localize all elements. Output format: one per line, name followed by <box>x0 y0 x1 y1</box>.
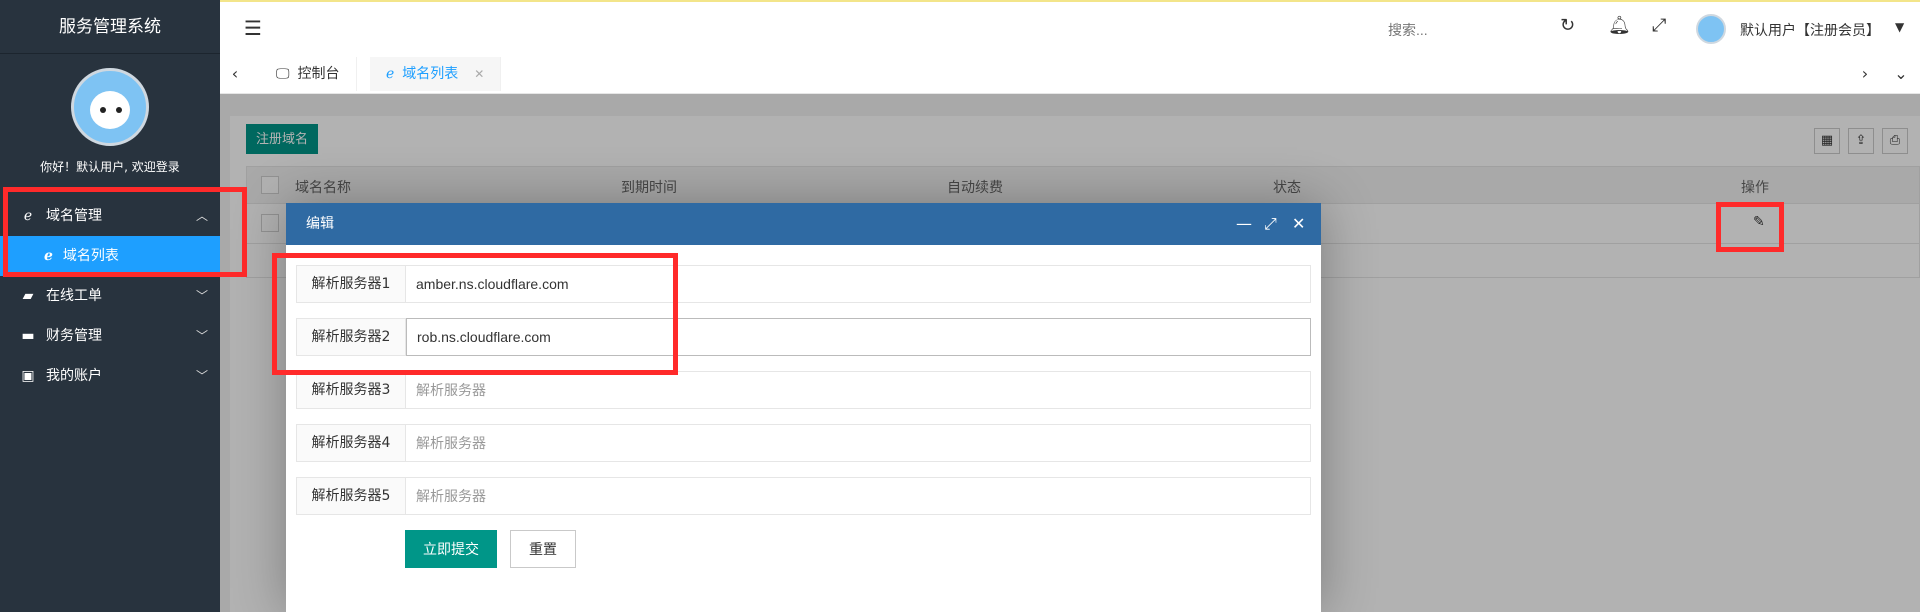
field-label: 解析服务器3 <box>296 371 406 409</box>
book-icon: ▰ <box>22 288 34 304</box>
sidebar-nav: ℯ 域名管理 ︿ ℯ 域名列表 ▰ 在线工单 ﹀ ▬ 财务管理 ﹀ ▣ 我的账户… <box>0 196 220 396</box>
dialog-header: 编辑 — ⤢ ✕ <box>286 203 1321 245</box>
form-row-ns3: 解析服务器3 <box>296 371 1311 409</box>
sidebar-item-label: 财务管理 <box>46 328 102 344</box>
maximize-icon[interactable]: ⤢ <box>1264 203 1277 245</box>
close-icon[interactable]: ✕ <box>1292 203 1305 245</box>
avatar[interactable] <box>1696 14 1726 44</box>
sidebar-item-label: 域名列表 <box>62 248 119 264</box>
monitor-icon: 🖵 <box>276 66 290 82</box>
fullscreen-icon[interactable]: ⤢ <box>1652 15 1666 36</box>
sidebar-item-label: 在线工单 <box>46 288 102 304</box>
field-label: 解析服务器2 <box>296 318 406 356</box>
card-icon: ▬ <box>21 328 35 344</box>
nameserver-3-input[interactable] <box>406 371 1311 409</box>
edit-dialog: 编辑 — ⤢ ✕ 解析服务器1 解析服务器2 解析服务器3 解析服务器4 解析服… <box>286 203 1321 612</box>
field-label: 解析服务器1 <box>296 265 406 303</box>
tab-label: 域名列表 <box>402 66 459 82</box>
chevron-down-icon[interactable]: ⌄ <box>1886 54 1916 94</box>
avatar-face <box>90 91 130 129</box>
form-row-ns1: 解析服务器1 <box>296 265 1311 303</box>
close-icon[interactable]: ✕ <box>474 67 484 81</box>
form-row-ns5: 解析服务器5 <box>296 477 1311 515</box>
app-title: 服务管理系统 <box>0 0 220 54</box>
reset-button[interactable]: 重置 <box>510 530 576 568</box>
sidebar-item-finance[interactable]: ▬ 财务管理 ﹀ <box>0 316 220 356</box>
sidebar-item-online-ticket[interactable]: ▰ 在线工单 ﹀ <box>0 276 220 316</box>
refresh-icon[interactable]: ↻ <box>1560 15 1575 36</box>
minimize-icon[interactable]: — <box>1236 203 1252 245</box>
form-row-ns4: 解析服务器4 <box>296 424 1311 462</box>
sidebar-item-label: 我的账户 <box>46 368 102 384</box>
user-name[interactable]: 默认用户【注册会员】 <box>1740 20 1880 40</box>
top-header: ☰ ↻ 🔔︎ ⤢ 默认用户【注册会员】 ▼ <box>220 0 1920 54</box>
field-label: 解析服务器4 <box>296 424 406 462</box>
ie-icon: ℯ <box>386 66 395 82</box>
chevron-down-icon: ﹀ <box>195 329 208 343</box>
tab-domain-list[interactable]: ℯ 域名列表 ✕ <box>370 57 502 91</box>
ie-icon: ℯ <box>23 208 33 224</box>
chevron-down-icon: ﹀ <box>195 369 208 383</box>
bell-icon[interactable]: 🔔︎ <box>1608 15 1631 36</box>
chevron-down-icon: ﹀ <box>195 289 208 303</box>
ie-icon: ℯ <box>44 248 53 264</box>
tab-label: 控制台 <box>297 66 340 82</box>
nameserver-5-input[interactable] <box>406 477 1311 515</box>
id-card-icon: ▣ <box>21 368 35 384</box>
sidebar-item-domain-management[interactable]: ℯ 域名管理 ︿ <box>0 196 220 236</box>
nameserver-1-input[interactable] <box>406 265 1311 303</box>
profile-block: 你好！默认用户, 欢迎登录 <box>0 54 220 184</box>
field-label: 解析服务器5 <box>296 477 406 515</box>
sidebar-item-domain-list[interactable]: ℯ 域名列表 <box>0 236 220 276</box>
avatar-eye <box>116 107 122 113</box>
chevron-right-icon[interactable]: › <box>1850 54 1880 94</box>
avatar[interactable] <box>71 68 149 146</box>
submit-button[interactable]: 立即提交 <box>405 530 497 568</box>
page-tabs-bar: ‹ 🖵 控制台 ℯ 域名列表 ✕ › ⌄ <box>220 54 1920 94</box>
search-input[interactable] <box>1388 18 1548 42</box>
sidebar-item-my-account[interactable]: ▣ 我的账户 ﹀ <box>0 356 220 396</box>
menu-fold-icon[interactable]: ☰ <box>244 16 262 40</box>
sidebar-item-label: 域名管理 <box>46 208 102 224</box>
sidebar: 服务管理系统 你好！默认用户, 欢迎登录 ℯ 域名管理 ︿ ℯ 域名列表 ▰ 在… <box>0 0 220 612</box>
chevron-up-icon: ︿ <box>195 209 208 223</box>
welcome-text: 你好！默认用户, 欢迎登录 <box>40 160 180 174</box>
tab-console[interactable]: 🖵 控制台 <box>260 57 357 91</box>
avatar-eye <box>100 107 106 113</box>
form-row-ns2: 解析服务器2 <box>296 318 1311 356</box>
nameserver-2-input[interactable] <box>406 318 1311 356</box>
dialog-title: 编辑 <box>306 216 334 232</box>
nameserver-4-input[interactable] <box>406 424 1311 462</box>
chevron-left-icon[interactable]: ‹ <box>220 54 250 94</box>
caret-down-icon[interactable]: ▼ <box>1895 20 1904 34</box>
